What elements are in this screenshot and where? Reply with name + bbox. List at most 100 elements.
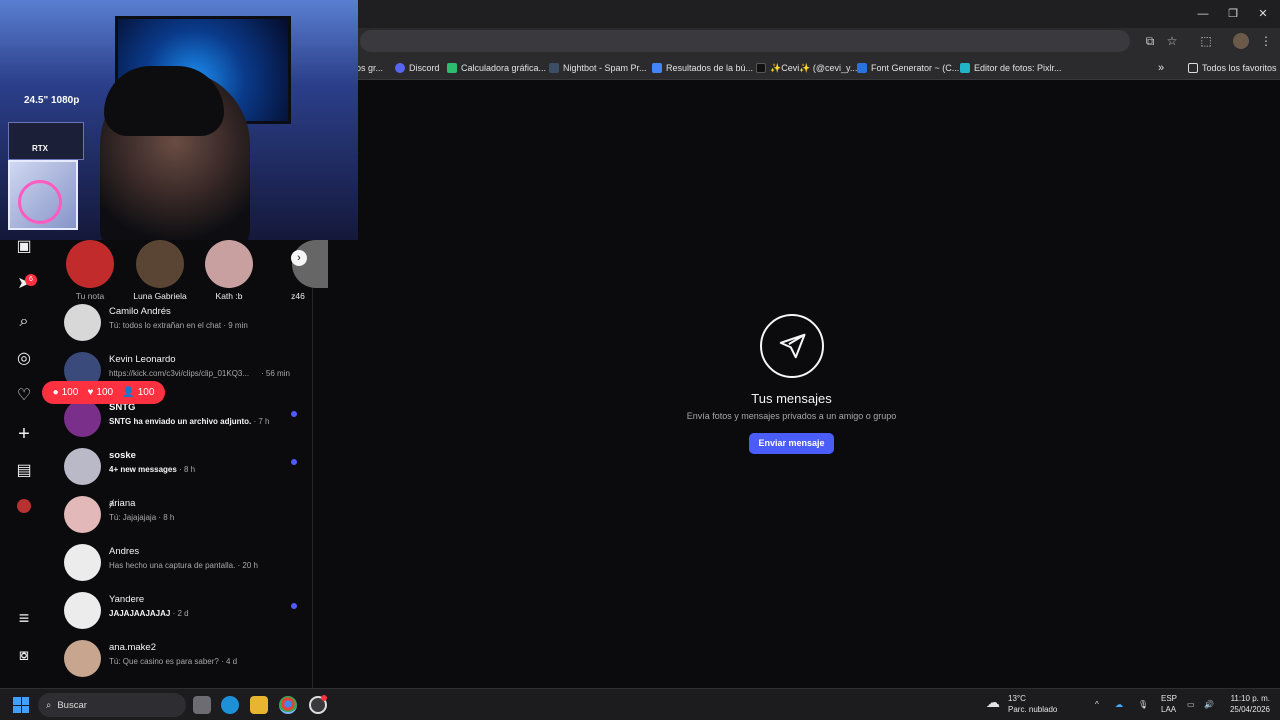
bookmarks-overflow-button[interactable]: » bbox=[1158, 61, 1164, 75]
conversation-preview: Tú: Que casino es para saber? · 4 d bbox=[109, 657, 238, 666]
all-bookmarks-folder[interactable]: Todos los favoritos bbox=[1188, 61, 1277, 75]
dashboard-icon[interactable]: ▤ bbox=[14, 461, 34, 481]
conversation-item[interactable]: ⱥriana Tú: Jajajajaja · 8 h bbox=[60, 494, 305, 542]
restore-button[interactable]: ❐ bbox=[1224, 6, 1242, 22]
bookmark-item[interactable]: ✨Cevi✨ (@cevi_y... bbox=[756, 61, 857, 75]
heart-icon: ♥ bbox=[87, 387, 94, 398]
taskbar-search[interactable]: ⌕ Buscar bbox=[38, 693, 186, 717]
microphone-icon[interactable]: 🎙 bbox=[1138, 699, 1148, 710]
comment-icon: ● bbox=[52, 387, 59, 398]
avatar bbox=[64, 496, 101, 533]
avatar bbox=[64, 592, 101, 629]
close-button[interactable]: ✕ bbox=[1254, 6, 1272, 22]
network-icon[interactable]: ▭ bbox=[1187, 699, 1195, 710]
bookmark-item[interactable]: Calculadora gráfica... bbox=[447, 61, 546, 75]
bookmark-star-icon[interactable]: ☆ bbox=[1164, 33, 1180, 49]
heart-icon[interactable]: ♡ bbox=[14, 386, 34, 406]
meta-icon[interactable]: ⧇ bbox=[14, 646, 34, 666]
conversation-item[interactable]: soske 4+ new messages · 8 h bbox=[60, 446, 305, 494]
taskbar: ⌕ Buscar ☁ 13°C Parc. nublado ^ ☁ 🎙 ESP … bbox=[0, 688, 1280, 720]
streamer-hair bbox=[104, 66, 224, 136]
conversation-item[interactable]: Yandere JAJAJAAJAJAJ · 2 d bbox=[60, 590, 305, 638]
chrome-icon[interactable] bbox=[279, 696, 297, 714]
task-view-icon[interactable] bbox=[193, 696, 211, 714]
weather-temp: 13°C bbox=[1008, 694, 1026, 703]
conversation-name: soske bbox=[109, 450, 136, 461]
search-icon[interactable]: ⌕ bbox=[14, 312, 34, 332]
menu-icon[interactable]: ≡ bbox=[14, 608, 34, 628]
discord-icon bbox=[395, 63, 405, 73]
cast-icon[interactable]: ⧉ bbox=[1142, 33, 1158, 49]
bookmark-item[interactable]: os gr... bbox=[356, 61, 383, 75]
conversation-item[interactable]: SNTG SNTG ha enviado un archivo adjunto.… bbox=[60, 398, 305, 446]
weather-widget[interactable]: 13°C Parc. nublado bbox=[1008, 693, 1057, 715]
calculator-icon bbox=[447, 63, 457, 73]
note-name: Luna Gabriela bbox=[133, 291, 187, 301]
notifications-badge: 6 bbox=[25, 274, 37, 286]
fan-ring-image bbox=[18, 180, 62, 224]
notes-next-button[interactable]: › bbox=[291, 250, 307, 266]
file-explorer-icon[interactable] bbox=[250, 696, 268, 714]
explore-icon[interactable]: ◎ bbox=[14, 349, 34, 369]
reels-icon[interactable]: ▣ bbox=[14, 237, 34, 257]
bookmark-item[interactable]: Font Generator ~ (C... bbox=[857, 61, 959, 75]
gpu-label: RTX bbox=[32, 144, 48, 153]
onedrive-icon[interactable]: ☁ bbox=[1115, 699, 1123, 710]
create-icon[interactable]: + bbox=[14, 424, 34, 444]
avatar bbox=[205, 240, 253, 288]
avatar bbox=[64, 448, 101, 485]
conversation-name: ⱥriana bbox=[109, 498, 136, 509]
unread-dot bbox=[291, 411, 297, 417]
more-options-icon[interactable]: ⋮ bbox=[1258, 33, 1274, 49]
extensions-icon[interactable]: ⬚ bbox=[1198, 33, 1214, 49]
avatar bbox=[66, 240, 114, 288]
conversation-preview: Has hecho una captura de pantalla. · 20 … bbox=[109, 561, 259, 570]
bookmark-item[interactable]: Editor de fotos: Pixlr... bbox=[960, 61, 1062, 75]
screen: — ❐ ✕ ⧉ ☆ ⬚ ⋮ os gr... Discord Calculado… bbox=[0, 0, 1280, 720]
clock[interactable]: 11:10 p. m. 25/04/2026 bbox=[1226, 693, 1270, 715]
conversation-item[interactable]: Andres Has hecho una captura de pantalla… bbox=[60, 542, 305, 590]
language-indicator[interactable]: ESP LAA bbox=[1161, 693, 1177, 715]
profile-icon[interactable] bbox=[14, 499, 34, 519]
obs-recording-dot bbox=[321, 695, 327, 701]
conversation-item[interactable]: ana.make2 Tú: Que casino es para saber? … bbox=[60, 638, 305, 686]
avatar bbox=[64, 304, 101, 341]
minimize-button[interactable]: — bbox=[1194, 6, 1212, 22]
weather-desc: Parc. nublado bbox=[1008, 705, 1058, 714]
unread-dot bbox=[291, 603, 297, 609]
volume-icon[interactable]: 🔊 bbox=[1204, 699, 1214, 710]
conversation-preview: 4+ new messages · 8 h bbox=[109, 465, 196, 474]
bookmark-item[interactable]: Discord bbox=[395, 61, 440, 75]
note-item[interactable]: Tu nota bbox=[60, 240, 120, 301]
font-generator-icon bbox=[857, 63, 867, 73]
profile-avatar-icon[interactable] bbox=[1233, 33, 1249, 49]
note-name: Kath :b bbox=[215, 291, 243, 301]
nightbot-icon bbox=[549, 63, 559, 73]
windows-start-icon[interactable] bbox=[13, 697, 29, 713]
omnibox[interactable] bbox=[360, 30, 1130, 52]
send-message-button[interactable]: Enviar mensaje bbox=[749, 433, 834, 454]
clock-time: 11:10 p. m. bbox=[1230, 694, 1270, 703]
note-name: Tu nota bbox=[75, 291, 105, 301]
bookmark-item[interactable]: Resultados de la bú... bbox=[652, 61, 753, 75]
edge-icon[interactable] bbox=[221, 696, 239, 714]
conversation-preview: https://kick.com/c3vi/clips/clip_01KQ3..… bbox=[109, 369, 290, 378]
avatar bbox=[136, 240, 184, 288]
note-item[interactable]: Luna Gabriela bbox=[130, 240, 190, 301]
webcam-overlay: 24.5" 1080p RTX bbox=[0, 0, 358, 240]
avatar bbox=[64, 640, 101, 677]
lang-code: ESP bbox=[1161, 694, 1178, 703]
activity-stats-pill[interactable]: ● 100 ♥ 100 👤 100 bbox=[42, 381, 165, 404]
pixlr-icon bbox=[960, 63, 970, 73]
weather-icon[interactable]: ☁ bbox=[986, 695, 1000, 709]
conversation-preview: JAJAJAAJAJAJ · 2 d bbox=[109, 609, 189, 618]
tray-overflow-icon[interactable]: ^ bbox=[1095, 699, 1099, 710]
conversation-item[interactable]: Camilo Andrés Tú: todos lo extrañan en e… bbox=[60, 302, 305, 350]
likes-count: ♥ 100 bbox=[87, 387, 114, 398]
conversation-name: Andres bbox=[109, 546, 140, 557]
bookmark-item[interactable]: Nightbot - Spam Pr... bbox=[549, 61, 647, 75]
note-item[interactable]: Kath :b bbox=[199, 240, 259, 301]
monitor-label: 24.5" 1080p bbox=[24, 95, 80, 106]
tiktok-icon bbox=[756, 63, 766, 73]
avatar bbox=[64, 544, 101, 581]
